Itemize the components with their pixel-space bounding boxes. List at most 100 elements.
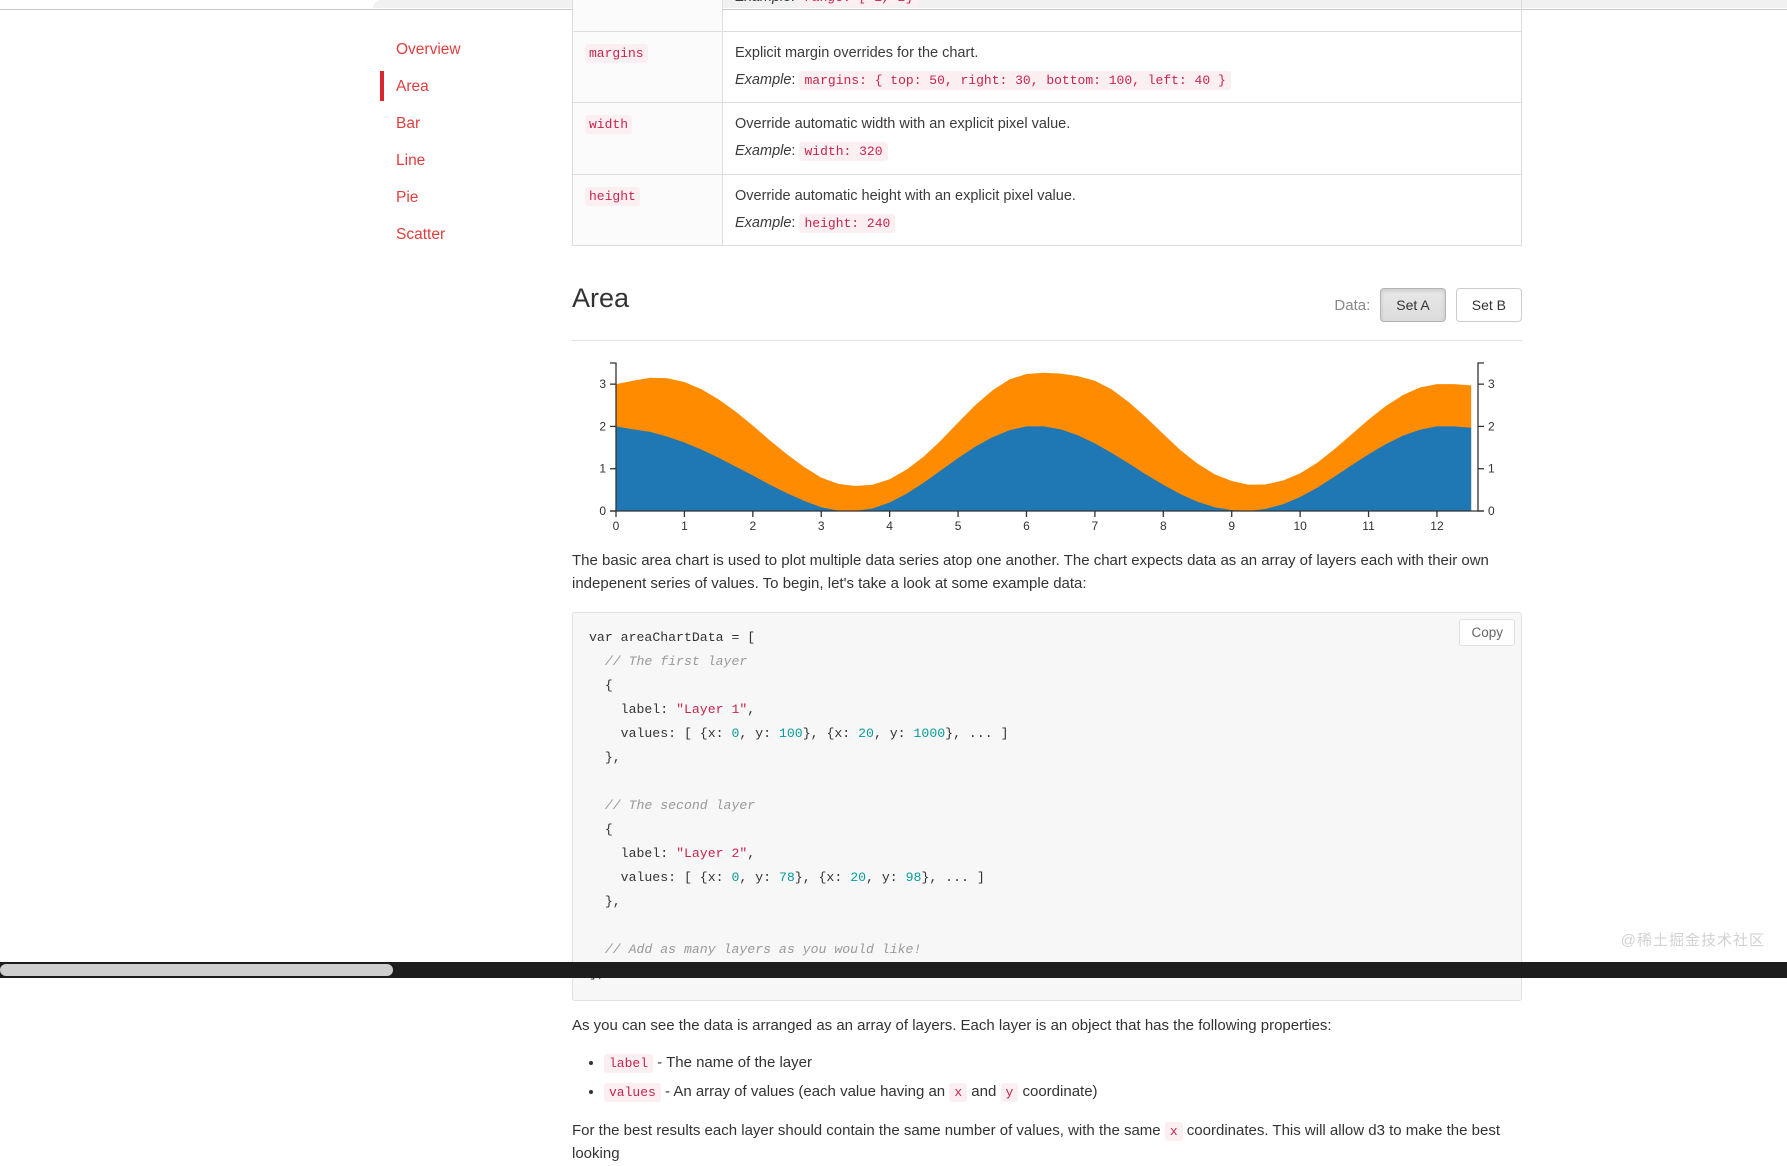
y-tick-label-right: 2 — [1488, 420, 1495, 434]
intro-paragraph: The basic area chart is used to plot mul… — [572, 552, 1489, 593]
x-tick-label: 5 — [955, 519, 962, 533]
example-label: Example — [735, 71, 792, 88]
example-code-block: Copy var areaChartData = [ // The first … — [572, 611, 1522, 1002]
option-name-cell: width — [572, 102, 723, 175]
x-tick-label: 9 — [1228, 519, 1235, 533]
code-token: }, {x: — [794, 870, 851, 885]
code-token: values: [ {x: — [589, 870, 732, 885]
main-content: Example: range: [ 1, 2] margins Explicit m… — [572, 0, 1522, 1166]
set-a-button[interactable]: Set A — [1380, 288, 1446, 323]
y-tick-label-left: 3 — [599, 377, 606, 391]
code-token: { — [589, 677, 613, 693]
property-description: - The name of the layer — [653, 1053, 812, 1071]
horizontal-scrollbar[interactable] — [0, 962, 1787, 978]
option-desc-cell: Override automatic width with an explici… — [722, 102, 1522, 175]
y-axis-left — [610, 362, 617, 512]
option-name-cell: height — [572, 173, 723, 247]
sidebar-nav: Overview Area Bar Line Pie Scatter — [380, 32, 555, 254]
horizontal-scrollbar-thumb[interactable] — [0, 964, 393, 976]
list-item: label - The name of the layer — [604, 1048, 1522, 1077]
copy-button[interactable]: Copy — [1459, 618, 1515, 646]
y-tick-label-right: 0 — [1488, 504, 1495, 518]
sidebar-item-line[interactable]: Line — [380, 143, 555, 180]
list-item: values - An array of values (each value … — [604, 1077, 1522, 1106]
code-token: 1000 — [913, 725, 946, 741]
y-axis-right — [1477, 362, 1484, 512]
page-title: Area — [572, 283, 630, 314]
property-name-code: label — [604, 1053, 654, 1073]
x-tick-label: 2 — [749, 519, 756, 533]
code-token: , y: — [739, 725, 779, 741]
area-chart-svg[interactable]: 0 01 12 23 30 1 2 3 4 5 6 7 8 9 10 11 12 — [572, 349, 1522, 537]
x-tick-label: 10 — [1293, 519, 1307, 533]
code-content: var areaChartData = [ // The first layer… — [589, 626, 1505, 986]
option-description: Override automatic width with an explici… — [735, 116, 1071, 133]
sidebar-item-label: Bar — [396, 114, 421, 132]
sidebar-item-overview[interactable]: Overview — [380, 32, 555, 69]
code-token: , — [747, 701, 756, 717]
x-tick-label: 8 — [1160, 519, 1167, 533]
option-name: margins — [585, 43, 648, 63]
code-token: , y: — [739, 870, 779, 885]
table-row: height Override automatic height with an … — [572, 173, 1522, 247]
code-token: , y: — [866, 870, 906, 885]
option-desc-cell: Example: range: [ 1, 2] — [722, 0, 1522, 32]
code-token: , — [747, 845, 756, 861]
x-tick-label: 0 — [613, 519, 620, 533]
sidebar-item-label: Scatter — [396, 225, 446, 243]
code-token: 98 — [905, 870, 922, 885]
table-row: margins Explicit margin overrides for the… — [572, 30, 1522, 104]
code-token: }, ... ] — [921, 870, 985, 885]
x-coordinate-code: x — [949, 1083, 968, 1103]
x-tick-label: 1 — [681, 519, 688, 533]
option-example: Example: height: 240 — [735, 213, 1509, 235]
sidebar-item-bar[interactable]: Bar — [380, 106, 555, 143]
data-label: Data: — [1334, 296, 1371, 314]
code-token: { — [589, 821, 613, 837]
property-description-pre: - An array of values (each value having … — [660, 1083, 950, 1101]
y-tick-label-left: 0 — [599, 504, 606, 518]
code-token: }, — [589, 894, 621, 910]
code-token: "Layer 2" — [676, 845, 748, 861]
set-b-button[interactable]: Set B — [1455, 288, 1522, 323]
option-desc-cell: Override automatic height with an explic… — [722, 173, 1522, 247]
code-token: values: [ {x: — [589, 725, 732, 741]
code-token: "Layer 1" — [676, 701, 748, 717]
watermark: @稀土掘金技术社区 — [1620, 932, 1765, 949]
option-name-cell: margins — [572, 30, 723, 104]
option-name: width — [585, 115, 633, 135]
code-token: 20 — [858, 725, 874, 741]
code-token: , y: — [873, 725, 914, 741]
code-token: // Add as many layers as you would like! — [589, 942, 922, 958]
sidebar-item-pie[interactable]: Pie — [380, 180, 555, 217]
sidebar-item-label: Area — [396, 77, 429, 95]
code-token: 20 — [850, 870, 867, 885]
example-code: height: 240 — [799, 213, 896, 233]
data-toggle-group: Data: Set A Set B — [1334, 288, 1522, 323]
y-coordinate-code: y — [1000, 1083, 1019, 1103]
code-token: label: — [589, 845, 677, 861]
option-example: Example: width: 320 — [735, 141, 1509, 163]
property-description-mid: and — [967, 1083, 1001, 1101]
sidebar-item-label: Overview — [396, 41, 461, 58]
x-tick-label: 11 — [1362, 519, 1375, 533]
sidebar-item-scatter[interactable]: Scatter — [380, 217, 555, 254]
clipped-example-line: Example: range: [ 1, 2] — [735, 0, 1509, 9]
page-canvas: Overview Area Bar Line Pie Scatter Example: r… — [0, 0, 1787, 1162]
sidebar-item-area[interactable]: Area — [380, 69, 555, 106]
example-label: Example — [735, 214, 792, 231]
code-token: 78 — [778, 870, 795, 885]
best-results-text-pre: For the best results each layer should c… — [572, 1122, 1165, 1140]
section-header: Area Data: Set A Set B — [572, 282, 1522, 334]
example-label: Example — [735, 143, 792, 159]
example-code: margins: { top: 50, right: 30, bottom: 1… — [799, 70, 1231, 90]
property-list: label - The name of the layervalues - An… — [572, 1048, 1522, 1107]
y-tick-label-right: 1 — [1488, 462, 1495, 476]
area-chart-panel: 0 0 1 1 2 2 3 3 0 1 2 3 4 5 6 7 8 9 10 11 12 — [572, 340, 1522, 536]
x-tick-label: 12 — [1430, 519, 1444, 533]
code-token: areaChartData = [ — [612, 629, 756, 645]
example-code: width: 320 — [799, 142, 888, 161]
sidebar-item-label: Pie — [396, 188, 419, 206]
code-token: // The first layer — [589, 653, 748, 669]
y-tick-label-left: 2 — [599, 420, 606, 434]
